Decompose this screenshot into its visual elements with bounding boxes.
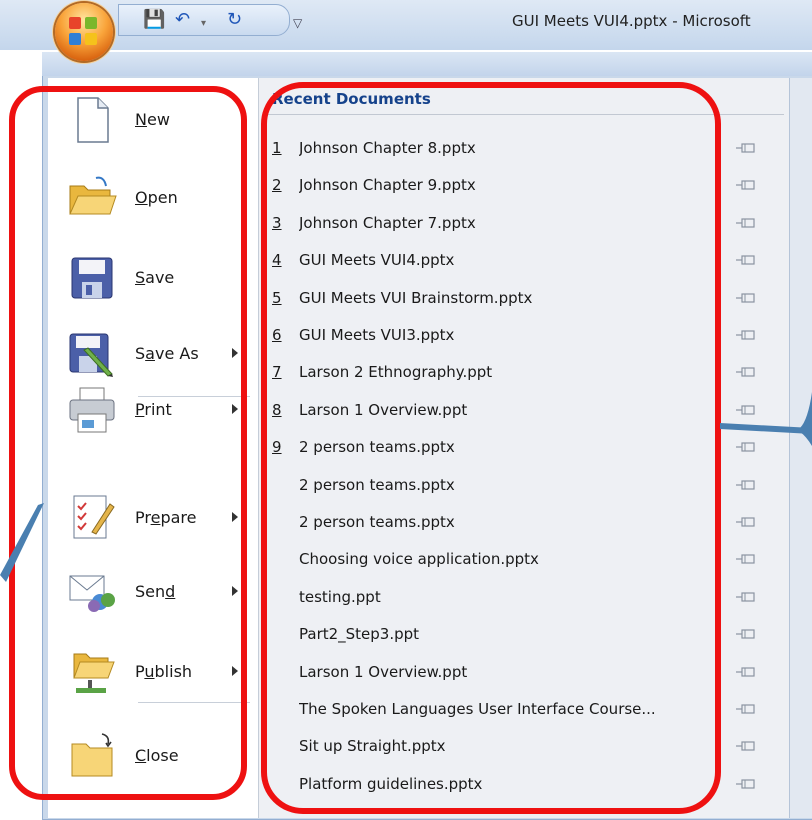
office-logo-icon	[69, 17, 99, 47]
window-title: GUI Meets VUI4.pptx - Microsoft	[512, 12, 751, 30]
pin-icon[interactable]	[736, 551, 756, 565]
pin-icon[interactable]	[736, 477, 756, 491]
redo-icon[interactable]: ↻	[227, 11, 242, 29]
pin-icon[interactable]	[736, 701, 756, 715]
save-icon[interactable]: 💾	[143, 11, 165, 29]
undo-dropdown-icon[interactable]: ▾	[201, 15, 206, 33]
pin-icon[interactable]	[736, 215, 756, 229]
pin-icon[interactable]	[736, 626, 756, 640]
pin-icon[interactable]	[736, 364, 756, 378]
pin-icon[interactable]	[736, 252, 756, 266]
pin-icon[interactable]	[736, 738, 756, 752]
office-menu-topbar	[42, 52, 812, 76]
pin-icon[interactable]	[736, 177, 756, 191]
pin-icon[interactable]	[736, 140, 756, 154]
pin-icon[interactable]	[736, 589, 756, 603]
pin-icon[interactable]	[736, 664, 756, 678]
pin-icon[interactable]	[736, 439, 756, 453]
menu-right-edge	[789, 78, 812, 818]
annotation-outline-recent	[261, 82, 721, 814]
customize-qat-icon[interactable]: ▽	[293, 14, 302, 32]
pin-icon[interactable]	[736, 327, 756, 341]
pin-icon[interactable]	[736, 776, 756, 790]
quick-access-toolbar: 💾 ↶ ▾ ↻ ▽	[118, 4, 302, 36]
office-button[interactable]	[55, 3, 113, 61]
pin-icon[interactable]	[736, 514, 756, 528]
pin-icon[interactable]	[736, 402, 756, 416]
annotation-outline-commands	[9, 86, 247, 800]
undo-icon[interactable]: ↶	[175, 11, 190, 29]
pin-icon[interactable]	[736, 290, 756, 304]
